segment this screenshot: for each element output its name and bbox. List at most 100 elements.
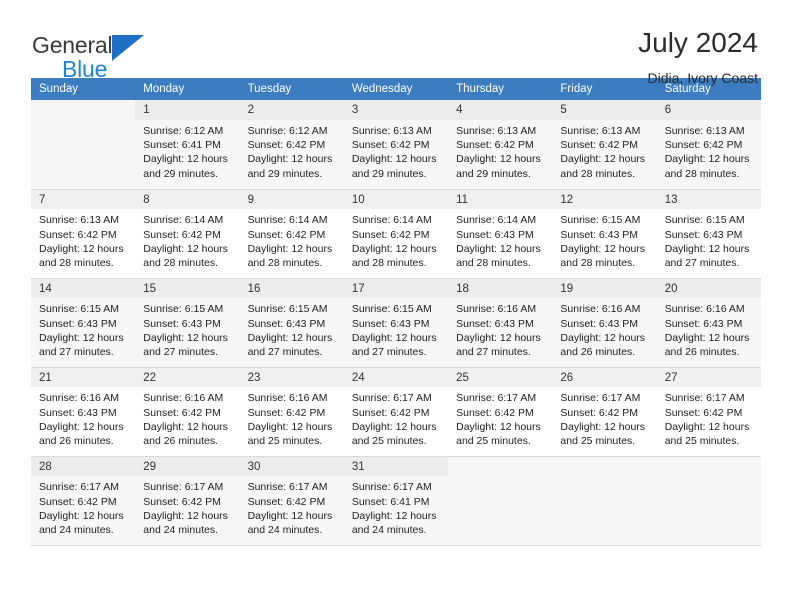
day-cell: 5 Sunrise: 6:13 AM Sunset: 6:42 PM Daylight…	[552, 100, 657, 189]
calendar-cell[interactable]: 1 Sunrise: 6:12 AM Sunset: 6:41 PM Daylight…	[135, 100, 240, 190]
calendar-cell[interactable]: 5 Sunrise: 6:13 AM Sunset: 6:42 PM Daylight…	[552, 100, 657, 190]
calendar-cell[interactable]: 26 Sunrise: 6:17 AM Sunset: 6:42 PM Dayligh…	[552, 367, 657, 457]
calendar-cell[interactable]: 12 Sunrise: 6:15 AM Sunset: 6:43 PM Dayligh…	[552, 189, 657, 279]
day-daylight-line2-text: and 28 minutes.	[560, 257, 636, 270]
day-sunset-text: Sunset: 6:42 PM	[560, 139, 639, 152]
day-daylight-line2-text: and 25 minutes.	[247, 435, 323, 448]
calendar-cell[interactable]: 21 Sunrise: 6:16 AM Sunset: 6:43 PM Dayligh…	[31, 367, 136, 457]
day-number: 3	[343, 100, 449, 120]
day-details: Sunrise: 6:12 AM Sunset: 6:41 PM Daylight:…	[135, 120, 239, 182]
calendar-cell[interactable]	[448, 456, 553, 546]
day-sunrise-text: Sunrise: 6:13 AM	[39, 214, 119, 227]
day-sunset-text: Sunset: 6:42 PM	[39, 228, 117, 241]
day-cell: 16 Sunrise: 6:15 AM Sunset: 6:43 PM Dayligh…	[239, 278, 344, 367]
calendar-cell[interactable]: 31 Sunrise: 6:17 AM Sunset: 6:41 PM Dayligh…	[343, 456, 449, 546]
day-sunset-text: Sunset: 6:42 PM	[143, 406, 221, 419]
calendar-cell[interactable]: 23 Sunrise: 6:16 AM Sunset: 6:42 PM Dayligh…	[239, 367, 344, 457]
day-daylight-line2-text: and 28 minutes.	[456, 257, 531, 270]
day-sunrise-text: Sunrise: 6:14 AM	[351, 214, 432, 227]
calendar-cell[interactable]: 10 Sunrise: 6:14 AM Sunset: 6:42 PM Dayligh…	[343, 189, 449, 279]
day-number	[448, 457, 552, 472]
day-daylight-line2-text: and 28 minutes.	[247, 257, 323, 270]
day-sunrise-text: Sunrise: 6:15 AM	[39, 303, 119, 316]
calendar-week-row: 14 Sunrise: 6:15 AM Sunset: 6:43 PM Dayligh…	[31, 278, 761, 368]
day-sunrise-text: Sunrise: 6:16 AM	[560, 303, 641, 316]
day-daylight-line2-text: and 28 minutes.	[39, 257, 114, 270]
calendar-cell[interactable]: 13 Sunrise: 6:15 AM Sunset: 6:43 PM Dayligh…	[656, 189, 761, 279]
day-number: 28	[31, 456, 136, 477]
calendar-cell[interactable]: 28 Sunrise: 6:17 AM Sunset: 6:42 PM Dayligh…	[31, 456, 136, 546]
day-daylight-line2-text: and 28 minutes.	[560, 167, 636, 180]
day-details: Sunrise: 6:16 AM Sunset: 6:42 PM Daylight:…	[135, 387, 239, 449]
page-header: General Blue July 2024 Didia, Ivory Coas…	[0, 0, 792, 86]
day-daylight-line2-text: and 26 minutes.	[39, 435, 114, 448]
calendar-cell[interactable]: 7 Sunrise: 6:13 AM Sunset: 6:42 PM Daylight…	[31, 189, 136, 279]
calendar-cell[interactable]: 9 Sunrise: 6:14 AM Sunset: 6:42 PM Daylight…	[239, 189, 344, 279]
calendar-cell[interactable]: 19 Sunrise: 6:16 AM Sunset: 6:43 PM Dayligh…	[552, 278, 657, 368]
day-sunrise-text: Sunrise: 6:13 AM	[664, 124, 745, 137]
day-cell: 19 Sunrise: 6:16 AM Sunset: 6:43 PM Dayligh…	[552, 278, 657, 367]
day-number: 13	[656, 189, 761, 210]
weekday-header-wednesday: Wednesday	[343, 78, 449, 100]
day-daylight-line1-text: Daylight: 12 hours	[351, 420, 437, 433]
day-sunset-text: Sunset: 6:42 PM	[560, 406, 639, 419]
day-cell: 7 Sunrise: 6:13 AM Sunset: 6:42 PM Daylight…	[31, 189, 136, 278]
day-daylight-line2-text: and 24 minutes.	[143, 524, 218, 537]
day-sunset-text: Sunset: 6:42 PM	[143, 228, 221, 241]
day-sunrise-text: Sunrise: 6:17 AM	[39, 481, 119, 494]
day-details: Sunrise: 6:13 AM Sunset: 6:42 PM Daylight:…	[31, 209, 135, 271]
calendar-cell[interactable]: 27 Sunrise: 6:17 AM Sunset: 6:42 PM Dayligh…	[656, 367, 761, 457]
day-sunset-text: Sunset: 6:43 PM	[143, 317, 221, 330]
day-sunset-text: Sunset: 6:42 PM	[39, 495, 117, 508]
weekday-header-thursday: Thursday	[448, 78, 553, 100]
calendar-cell[interactable]: 6 Sunrise: 6:13 AM Sunset: 6:42 PM Daylight…	[656, 100, 761, 190]
day-daylight-line2-text: and 29 minutes.	[143, 167, 218, 180]
calendar-cell[interactable]: 17 Sunrise: 6:15 AM Sunset: 6:43 PM Dayligh…	[343, 278, 449, 368]
calendar-cell[interactable]: 18 Sunrise: 6:16 AM Sunset: 6:43 PM Dayligh…	[448, 278, 553, 368]
day-number: 17	[343, 278, 449, 299]
calendar-week-row: 7 Sunrise: 6:13 AM Sunset: 6:42 PM Daylight…	[31, 189, 761, 279]
day-cell	[31, 100, 135, 189]
day-details: Sunrise: 6:15 AM Sunset: 6:43 PM Daylight:…	[552, 209, 656, 271]
day-daylight-line2-text: and 27 minutes.	[456, 346, 531, 359]
day-cell: 4 Sunrise: 6:13 AM Sunset: 6:42 PM Daylight…	[448, 100, 553, 189]
day-sunrise-text: Sunrise: 6:15 AM	[664, 214, 745, 227]
calendar-cell[interactable]: 4 Sunrise: 6:13 AM Sunset: 6:42 PM Daylight…	[448, 100, 553, 190]
calendar-cell[interactable]: 3 Sunrise: 6:13 AM Sunset: 6:42 PM Daylight…	[343, 100, 449, 190]
calendar-cell[interactable]: 2 Sunrise: 6:12 AM Sunset: 6:42 PM Daylight…	[239, 100, 344, 190]
day-sunrise-text: Sunrise: 6:16 AM	[456, 303, 537, 316]
day-daylight-line1-text: Daylight: 12 hours	[351, 509, 437, 522]
calendar-wrapper: Sunday Monday Tuesday Wednesday Thursday Frid…	[0, 78, 792, 546]
day-daylight-line2-text: and 27 minutes.	[247, 346, 323, 359]
calendar-cell[interactable]	[31, 100, 136, 190]
calendar-week-row: 28 Sunrise: 6:17 AM Sunset: 6:42 PM Dayligh…	[31, 456, 761, 546]
day-daylight-line1-text: Daylight: 12 hours	[456, 153, 541, 166]
calendar-cell[interactable]: 30 Sunrise: 6:17 AM Sunset: 6:42 PM Dayligh…	[239, 456, 344, 546]
calendar-week-row: 1 Sunrise: 6:12 AM Sunset: 6:41 PM Daylight…	[31, 100, 761, 190]
day-daylight-line1-text: Daylight: 12 hours	[39, 509, 124, 522]
day-daylight-line1-text: Daylight: 12 hours	[39, 420, 124, 433]
day-sunset-text: Sunset: 6:42 PM	[351, 139, 430, 152]
calendar-cell[interactable]: 16 Sunrise: 6:15 AM Sunset: 6:43 PM Dayligh…	[239, 278, 344, 368]
calendar-cell[interactable]: 20 Sunrise: 6:16 AM Sunset: 6:43 PM Dayligh…	[656, 278, 761, 368]
calendar-cell[interactable]	[656, 456, 761, 546]
day-details: Sunrise: 6:15 AM Sunset: 6:43 PM Daylight:…	[344, 298, 448, 360]
day-details: Sunrise: 6:17 AM Sunset: 6:42 PM Daylight:…	[135, 476, 239, 538]
calendar-cell[interactable]: 24 Sunrise: 6:17 AM Sunset: 6:42 PM Dayligh…	[343, 367, 449, 457]
calendar-cell[interactable]: 14 Sunrise: 6:15 AM Sunset: 6:43 PM Dayligh…	[31, 278, 136, 368]
calendar-cell[interactable]: 22 Sunrise: 6:16 AM Sunset: 6:42 PM Dayligh…	[135, 367, 240, 457]
calendar-cell[interactable]: 11 Sunrise: 6:14 AM Sunset: 6:43 PM Dayligh…	[448, 189, 553, 279]
day-cell: 6 Sunrise: 6:13 AM Sunset: 6:42 PM Daylight…	[656, 100, 761, 189]
calendar-cell[interactable]: 29 Sunrise: 6:17 AM Sunset: 6:42 PM Dayligh…	[135, 456, 240, 546]
calendar-cell[interactable]: 8 Sunrise: 6:14 AM Sunset: 6:42 PM Daylight…	[135, 189, 240, 279]
general-blue-logo[interactable]: General Blue	[32, 28, 145, 81]
calendar-cell[interactable]: 15 Sunrise: 6:15 AM Sunset: 6:43 PM Dayligh…	[135, 278, 240, 368]
day-number: 2	[239, 100, 344, 120]
calendar-cell[interactable]: 25 Sunrise: 6:17 AM Sunset: 6:42 PM Dayligh…	[448, 367, 553, 457]
day-cell: 20 Sunrise: 6:16 AM Sunset: 6:43 PM Dayligh…	[656, 278, 761, 367]
day-daylight-line1-text: Daylight: 12 hours	[456, 242, 541, 255]
calendar-cell[interactable]	[552, 456, 657, 546]
logo-text-general: General	[32, 32, 113, 58]
day-sunrise-text: Sunrise: 6:13 AM	[351, 124, 432, 137]
day-sunset-text: Sunset: 6:42 PM	[247, 228, 326, 241]
